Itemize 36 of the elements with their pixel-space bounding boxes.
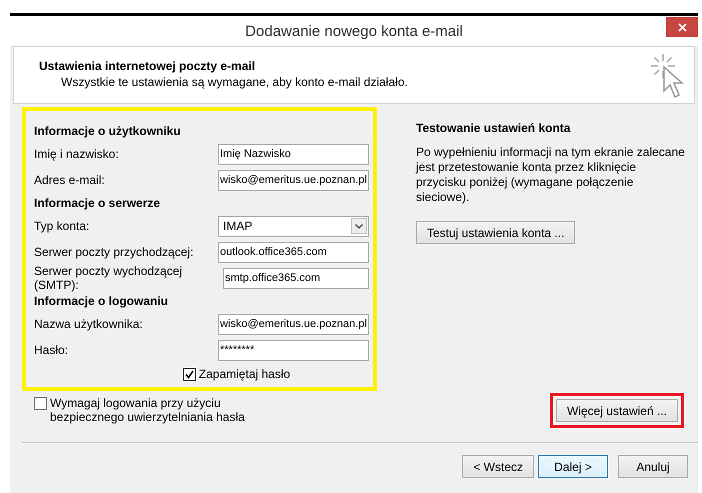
account-type-dropdown[interactable]: IMAP (218, 216, 369, 236)
footer-button[interactable]: Anuluj (618, 455, 688, 478)
input-field[interactable]: wisko@emeritus.ue.poznan.pl (218, 170, 369, 190)
window-title: Dodawanie nowego konta e-mail (245, 22, 463, 40)
field-label: Serwer poczty wychodzącej (SMTP): (34, 264, 184, 292)
field-label: Hasło: (34, 343, 68, 357)
checkbox[interactable] (34, 397, 47, 410)
description-text: Po wypełnieniu informacji na tym ekranie zalecane jest przetestowanie konta przez kliknięcie przycisku poniżej (wymagane połączenie sieciowe). (416, 145, 686, 205)
password-field[interactable]: ******** (218, 340, 369, 360)
input-field[interactable]: Imię Nazwisko (218, 144, 369, 164)
more-settings-button[interactable]: Więcej ustawień ... (556, 399, 678, 422)
cursor-click-icon (650, 53, 684, 99)
field-label: Typ konta: (34, 219, 90, 233)
input-field[interactable]: outlook.office365.com (218, 242, 369, 262)
field-label: Nazwa użytkownika: (34, 317, 143, 331)
chevron-down-icon (355, 224, 363, 228)
field-label: Adres e-mail: (34, 173, 105, 187)
checkbox-label: Wymagaj logowania przy użyciu bezpiecznego uwierzytelniania hasła (50, 396, 246, 424)
input-field[interactable]: smtp.office365.com (223, 268, 369, 288)
section-heading: Informacje o serwerze (34, 196, 160, 210)
test-settings-button[interactable]: Testuj ustawienia konta ... (416, 221, 576, 244)
checkbox[interactable] (182, 368, 196, 380)
section-heading: Testowanie ustawień konta (416, 121, 570, 135)
input-field[interactable]: wisko@emeritus.ue.poznan.pl (218, 314, 369, 334)
checkbox-label: Zapamiętaj hasło (198, 367, 290, 381)
close-button[interactable] (666, 17, 698, 37)
field-label: Serwer poczty przychodzącej: (34, 245, 194, 259)
footer-button[interactable]: Dalej > (538, 455, 608, 478)
footer-button[interactable]: < Wstecz (462, 455, 534, 478)
header-title: Ustawienia internetowej poczty e-mail (39, 59, 256, 73)
checkmark-icon (184, 370, 194, 378)
section-heading: Informacje o logowaniu (34, 294, 168, 308)
header-subtitle: Wszystkie te ustawienia są wymagane, aby konto e-mail działało. (60, 75, 408, 89)
field-label: Imię i nazwisko: (34, 147, 119, 161)
close-icon (678, 22, 686, 32)
section-heading: Informacje o użytkowniku (34, 124, 181, 138)
